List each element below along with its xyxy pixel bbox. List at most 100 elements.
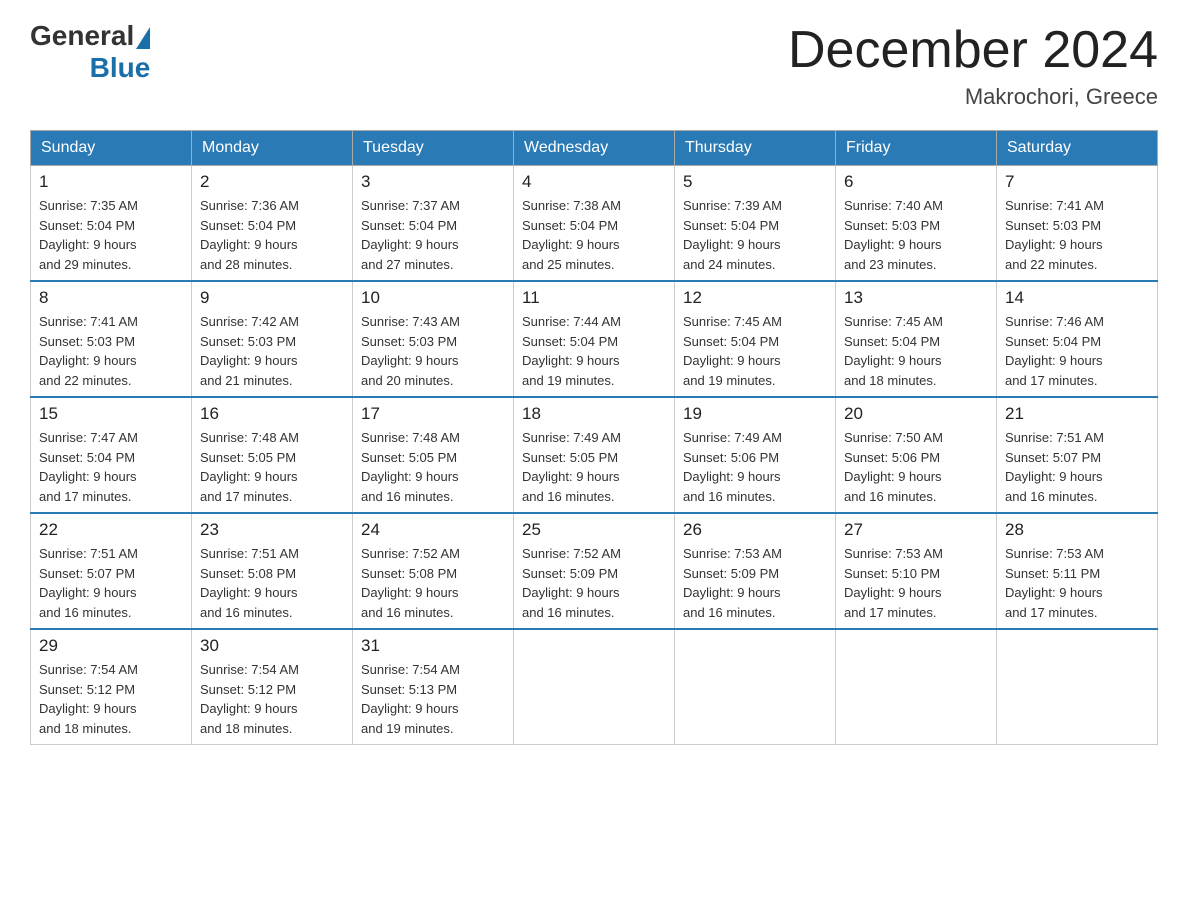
- day-info: Sunrise: 7:40 AMSunset: 5:03 PMDaylight:…: [844, 196, 988, 274]
- day-info: Sunrise: 7:45 AMSunset: 5:04 PMDaylight:…: [844, 312, 988, 390]
- day-number: 7: [1005, 172, 1149, 192]
- day-info: Sunrise: 7:35 AMSunset: 5:04 PMDaylight:…: [39, 196, 183, 274]
- day-number: 16: [200, 404, 344, 424]
- day-number: 4: [522, 172, 666, 192]
- calendar-header-saturday: Saturday: [997, 131, 1158, 166]
- day-number: 25: [522, 520, 666, 540]
- calendar-day-cell: 24 Sunrise: 7:52 AMSunset: 5:08 PMDayligh…: [353, 513, 514, 629]
- day-number: 22: [39, 520, 183, 540]
- day-info: Sunrise: 7:49 AMSunset: 5:06 PMDaylight:…: [683, 428, 827, 506]
- calendar-week-row: 1Sunrise: 7:35 AMSunset: 5:04 PMDaylight…: [31, 166, 1158, 282]
- day-info: Sunrise: 7:50 AMSunset: 5:06 PMDaylight:…: [844, 428, 988, 506]
- calendar-day-cell: 14Sunrise: 7:46 AMSunset: 5:04 PMDayligh…: [997, 281, 1158, 397]
- day-number: 23: [200, 520, 344, 540]
- logo-blue-text: Blue: [90, 52, 151, 84]
- calendar-day-cell: [836, 629, 997, 745]
- day-number: 14: [1005, 288, 1149, 308]
- day-info: Sunrise: 7:42 AMSunset: 5:03 PMDaylight:…: [200, 312, 344, 390]
- calendar-table: SundayMondayTuesdayWednesdayThursdayFrid…: [30, 130, 1158, 745]
- day-info: Sunrise: 7:37 AMSunset: 5:04 PMDaylight:…: [361, 196, 505, 274]
- month-title: December 2024: [788, 20, 1158, 80]
- calendar-day-cell: 11Sunrise: 7:44 AMSunset: 5:04 PMDayligh…: [514, 281, 675, 397]
- day-info: Sunrise: 7:54 AMSunset: 5:12 PMDaylight:…: [39, 660, 183, 738]
- calendar-day-cell: 22Sunrise: 7:51 AMSunset: 5:07 PMDayligh…: [31, 513, 192, 629]
- calendar-day-cell: 28Sunrise: 7:53 AMSunset: 5:11 PMDayligh…: [997, 513, 1158, 629]
- day-number: 26: [683, 520, 827, 540]
- day-number: 17: [361, 404, 505, 424]
- day-info: Sunrise: 7:44 AMSunset: 5:04 PMDaylight:…: [522, 312, 666, 390]
- day-number: 15: [39, 404, 183, 424]
- calendar-day-cell: 7 Sunrise: 7:41 AMSunset: 5:03 PMDaylight…: [997, 166, 1158, 282]
- calendar-header-tuesday: Tuesday: [353, 131, 514, 166]
- day-info: Sunrise: 7:45 AMSunset: 5:04 PMDaylight:…: [683, 312, 827, 390]
- day-info: Sunrise: 7:48 AMSunset: 5:05 PMDaylight:…: [361, 428, 505, 506]
- day-number: 2: [200, 172, 344, 192]
- calendar-day-cell: 6 Sunrise: 7:40 AMSunset: 5:03 PMDaylight…: [836, 166, 997, 282]
- day-number: 29: [39, 636, 183, 656]
- day-number: 8: [39, 288, 183, 308]
- calendar-day-cell: 29 Sunrise: 7:54 AMSunset: 5:12 PMDayligh…: [31, 629, 192, 745]
- day-info: Sunrise: 7:52 AMSunset: 5:08 PMDaylight:…: [361, 544, 505, 622]
- day-number: 6: [844, 172, 988, 192]
- calendar-day-cell: 30Sunrise: 7:54 AMSunset: 5:12 PMDayligh…: [192, 629, 353, 745]
- day-info: Sunrise: 7:52 AMSunset: 5:09 PMDaylight:…: [522, 544, 666, 622]
- day-number: 20: [844, 404, 988, 424]
- calendar-day-cell: 17 Sunrise: 7:48 AMSunset: 5:05 PMDayligh…: [353, 397, 514, 513]
- day-number: 27: [844, 520, 988, 540]
- calendar-header-wednesday: Wednesday: [514, 131, 675, 166]
- calendar-day-cell: 15 Sunrise: 7:47 AMSunset: 5:04 PMDayligh…: [31, 397, 192, 513]
- calendar-day-cell: 5 Sunrise: 7:39 AMSunset: 5:04 PMDaylight…: [675, 166, 836, 282]
- day-number: 21: [1005, 404, 1149, 424]
- day-number: 3: [361, 172, 505, 192]
- day-info: Sunrise: 7:43 AMSunset: 5:03 PMDaylight:…: [361, 312, 505, 390]
- day-info: Sunrise: 7:39 AMSunset: 5:04 PMDaylight:…: [683, 196, 827, 274]
- day-info: Sunrise: 7:48 AMSunset: 5:05 PMDaylight:…: [200, 428, 344, 506]
- calendar-header-monday: Monday: [192, 131, 353, 166]
- day-info: Sunrise: 7:49 AMSunset: 5:05 PMDaylight:…: [522, 428, 666, 506]
- calendar-day-cell: 9 Sunrise: 7:42 AMSunset: 5:03 PMDaylight…: [192, 281, 353, 397]
- calendar-day-cell: 8 Sunrise: 7:41 AMSunset: 5:03 PMDaylight…: [31, 281, 192, 397]
- calendar-day-cell: 1Sunrise: 7:35 AMSunset: 5:04 PMDaylight…: [31, 166, 192, 282]
- calendar-day-cell: 20 Sunrise: 7:50 AMSunset: 5:06 PMDayligh…: [836, 397, 997, 513]
- day-info: Sunrise: 7:53 AMSunset: 5:09 PMDaylight:…: [683, 544, 827, 622]
- calendar-day-cell: 12 Sunrise: 7:45 AMSunset: 5:04 PMDayligh…: [675, 281, 836, 397]
- day-info: Sunrise: 7:36 AMSunset: 5:04 PMDaylight:…: [200, 196, 344, 274]
- day-number: 30: [200, 636, 344, 656]
- day-info: Sunrise: 7:41 AMSunset: 5:03 PMDaylight:…: [1005, 196, 1149, 274]
- calendar-header-friday: Friday: [836, 131, 997, 166]
- day-number: 28: [1005, 520, 1149, 540]
- calendar-day-cell: 2 Sunrise: 7:36 AMSunset: 5:04 PMDaylight…: [192, 166, 353, 282]
- day-info: Sunrise: 7:41 AMSunset: 5:03 PMDaylight:…: [39, 312, 183, 390]
- calendar-day-cell: 23 Sunrise: 7:51 AMSunset: 5:08 PMDayligh…: [192, 513, 353, 629]
- day-info: Sunrise: 7:51 AMSunset: 5:08 PMDaylight:…: [200, 544, 344, 622]
- calendar-day-cell: 10 Sunrise: 7:43 AMSunset: 5:03 PMDayligh…: [353, 281, 514, 397]
- calendar-week-row: 29 Sunrise: 7:54 AMSunset: 5:12 PMDayligh…: [31, 629, 1158, 745]
- calendar-day-cell: 3 Sunrise: 7:37 AMSunset: 5:04 PMDaylight…: [353, 166, 514, 282]
- day-number: 13: [844, 288, 988, 308]
- calendar-week-row: 15 Sunrise: 7:47 AMSunset: 5:04 PMDayligh…: [31, 397, 1158, 513]
- logo-general-text: General: [30, 20, 134, 52]
- calendar-day-cell: 21Sunrise: 7:51 AMSunset: 5:07 PMDayligh…: [997, 397, 1158, 513]
- logo: General Blue: [30, 20, 150, 84]
- day-number: 12: [683, 288, 827, 308]
- day-number: 10: [361, 288, 505, 308]
- day-number: 5: [683, 172, 827, 192]
- day-number: 31: [361, 636, 505, 656]
- day-number: 9: [200, 288, 344, 308]
- day-number: 19: [683, 404, 827, 424]
- calendar-week-row: 22Sunrise: 7:51 AMSunset: 5:07 PMDayligh…: [31, 513, 1158, 629]
- calendar-day-cell: [997, 629, 1158, 745]
- calendar-day-cell: 13 Sunrise: 7:45 AMSunset: 5:04 PMDayligh…: [836, 281, 997, 397]
- calendar-header-sunday: Sunday: [31, 131, 192, 166]
- calendar-day-cell: 27Sunrise: 7:53 AMSunset: 5:10 PMDayligh…: [836, 513, 997, 629]
- page-header: General Blue December 2024 Makrochori, G…: [30, 20, 1158, 110]
- title-section: December 2024 Makrochori, Greece: [788, 20, 1158, 110]
- calendar-day-cell: [514, 629, 675, 745]
- day-number: 24: [361, 520, 505, 540]
- calendar-day-cell: 4 Sunrise: 7:38 AMSunset: 5:04 PMDaylight…: [514, 166, 675, 282]
- day-info: Sunrise: 7:38 AMSunset: 5:04 PMDaylight:…: [522, 196, 666, 274]
- calendar-day-cell: 19 Sunrise: 7:49 AMSunset: 5:06 PMDayligh…: [675, 397, 836, 513]
- day-info: Sunrise: 7:47 AMSunset: 5:04 PMDaylight:…: [39, 428, 183, 506]
- calendar-day-cell: 16 Sunrise: 7:48 AMSunset: 5:05 PMDayligh…: [192, 397, 353, 513]
- day-number: 18: [522, 404, 666, 424]
